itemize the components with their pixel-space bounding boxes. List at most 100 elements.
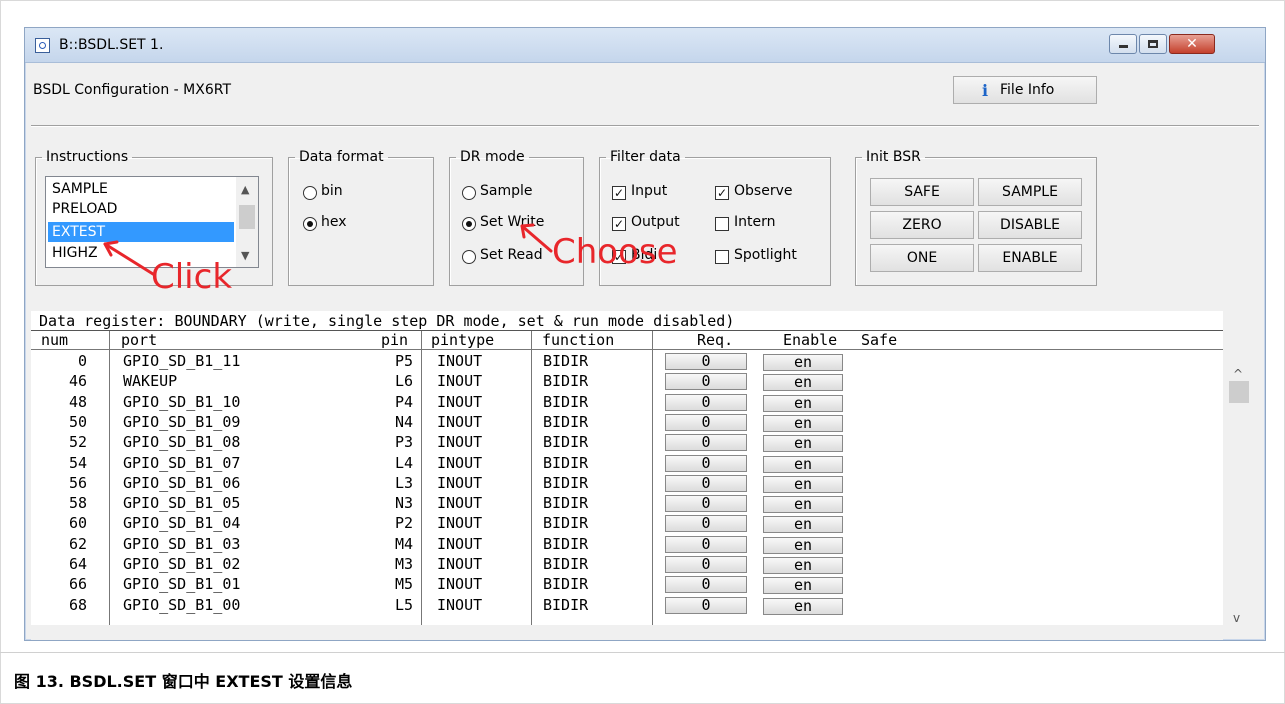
cell-pintype: INOUT [437, 413, 483, 431]
col-header-num[interactable]: num [41, 331, 68, 349]
table-row: 52 GPIO_SD_B1_08 P3 INOUT BIDIR 0 en [31, 433, 1221, 453]
req-value-button[interactable]: 0 [665, 576, 747, 593]
click-annotation: Click [151, 257, 233, 297]
header-bottom-line [31, 349, 1239, 350]
cell-port: GPIO_SD_B1_01 [123, 575, 241, 593]
caption-separator [0, 652, 1285, 653]
table-row: 54 GPIO_SD_B1_07 L4 INOUT BIDIR 0 en [31, 454, 1221, 474]
req-value-button[interactable]: 0 [665, 373, 747, 390]
cell-num: 48 [68, 393, 87, 411]
cell-pintype: INOUT [437, 555, 483, 573]
cell-num: 68 [68, 596, 87, 614]
cell-pintype: INOUT [437, 454, 483, 472]
table-row: 58 GPIO_SD_B1_05 N3 INOUT BIDIR 0 en [31, 494, 1221, 514]
cell-port: GPIO_SD_B1_09 [123, 413, 241, 431]
req-value-button[interactable]: 0 [665, 394, 747, 411]
cell-function: BIDIR [543, 433, 589, 451]
col-header-safe[interactable]: Safe [861, 331, 897, 349]
enable-toggle-button[interactable]: en [763, 476, 843, 493]
cell-pin: M3 [394, 555, 413, 573]
cell-function: BIDIR [543, 454, 589, 472]
req-value-button[interactable]: 0 [665, 475, 747, 492]
enable-toggle-button[interactable]: en [763, 557, 843, 574]
cell-port: GPIO_SD_B1_10 [123, 393, 241, 411]
cell-port: WAKEUP [123, 372, 178, 390]
table-row: 64 GPIO_SD_B1_02 M3 INOUT BIDIR 0 en [31, 555, 1221, 575]
cell-num: 50 [68, 413, 87, 431]
register-title: Data register: BOUNDARY (write, single s… [39, 312, 735, 330]
cell-pin: L5 [394, 596, 413, 614]
enable-toggle-button[interactable]: en [763, 456, 843, 473]
req-value-button[interactable]: 0 [665, 455, 747, 472]
scroll-thumb[interactable] [1229, 381, 1249, 403]
enable-toggle-button[interactable]: en [763, 516, 843, 533]
cell-pintype: INOUT [437, 514, 483, 532]
enable-toggle-button[interactable]: en [763, 354, 843, 371]
enable-toggle-button[interactable]: en [763, 598, 843, 615]
req-value-button[interactable]: 0 [665, 414, 747, 431]
cell-num: 64 [68, 555, 87, 573]
cell-pintype: INOUT [437, 372, 483, 390]
cell-port: GPIO_SD_B1_08 [123, 433, 241, 451]
cell-pintype: INOUT [437, 433, 483, 451]
cell-num: 58 [68, 494, 87, 512]
click-arrow [103, 242, 155, 276]
enable-toggle-button[interactable]: en [763, 537, 843, 554]
table-row: 46 WAKEUP L6 INOUT BIDIR 0 en [31, 372, 1221, 392]
req-value-button[interactable]: 0 [665, 434, 747, 451]
req-value-button[interactable]: 0 [665, 556, 747, 573]
cell-pintype: INOUT [437, 352, 483, 370]
enable-toggle-button[interactable]: en [763, 415, 843, 432]
cell-function: BIDIR [543, 575, 589, 593]
table-row: 60 GPIO_SD_B1_04 P2 INOUT BIDIR 0 en [31, 514, 1221, 534]
cell-function: BIDIR [543, 393, 589, 411]
cell-num: 62 [68, 535, 87, 553]
cell-function: BIDIR [543, 596, 589, 614]
header-top-line [31, 330, 1239, 331]
col-header-pin[interactable]: pin [381, 331, 408, 349]
cell-pintype: INOUT [437, 535, 483, 553]
register-vscrollbar[interactable]: ^ v [1223, 311, 1255, 627]
cell-port: GPIO_SD_B1_02 [123, 555, 241, 573]
bsdl-set-window: B::BSDL.SET 1. ✕ BSDL Configuration - MX… [24, 27, 1266, 641]
cell-num: 52 [68, 433, 87, 451]
enable-toggle-button[interactable]: en [763, 395, 843, 412]
enable-toggle-button[interactable]: en [763, 577, 843, 594]
register-hscrollbar[interactable] [31, 626, 1223, 640]
cell-port: GPIO_SD_B1_06 [123, 474, 241, 492]
cell-port: GPIO_SD_B1_00 [123, 596, 241, 614]
col-header-enable[interactable]: Enable [783, 331, 837, 349]
cell-num: 60 [68, 514, 87, 532]
cell-pin: M5 [394, 575, 413, 593]
cell-pin: P5 [394, 352, 413, 370]
cell-num: 46 [68, 372, 87, 390]
cell-num: 54 [68, 454, 87, 472]
col-header-port[interactable]: port [121, 331, 157, 349]
cell-function: BIDIR [543, 474, 589, 492]
col-header-pintype[interactable]: pintype [431, 331, 494, 349]
table-row: 62 GPIO_SD_B1_03 M4 INOUT BIDIR 0 en [31, 535, 1221, 555]
cell-pin: P2 [394, 514, 413, 532]
enable-toggle-button[interactable]: en [763, 435, 843, 452]
col-header-function[interactable]: function [542, 331, 614, 349]
col-header-req[interactable]: Req. [697, 331, 733, 349]
req-value-button[interactable]: 0 [665, 353, 747, 370]
scroll-down-icon[interactable]: v [1233, 611, 1240, 625]
req-value-button[interactable]: 0 [665, 536, 747, 553]
choose-arrow [520, 224, 553, 253]
table-row: 50 GPIO_SD_B1_09 N4 INOUT BIDIR 0 en [31, 413, 1221, 433]
cell-function: BIDIR [543, 352, 589, 370]
table-row: 68 GPIO_SD_B1_00 L5 INOUT BIDIR 0 en [31, 596, 1221, 616]
cell-pintype: INOUT [437, 575, 483, 593]
figure-caption: 图 13. BSDL.SET 窗口中 EXTEST 设置信息 [14, 672, 353, 691]
cell-function: BIDIR [543, 413, 589, 431]
cell-num: 0 [77, 352, 87, 370]
req-value-button[interactable]: 0 [665, 515, 747, 532]
req-value-button[interactable]: 0 [665, 597, 747, 614]
table-row: 48 GPIO_SD_B1_10 P4 INOUT BIDIR 0 en [31, 393, 1221, 413]
scroll-up-icon[interactable]: ^ [1233, 367, 1243, 381]
cell-pin: N3 [394, 494, 413, 512]
req-value-button[interactable]: 0 [665, 495, 747, 512]
enable-toggle-button[interactable]: en [763, 496, 843, 513]
enable-toggle-button[interactable]: en [763, 374, 843, 391]
